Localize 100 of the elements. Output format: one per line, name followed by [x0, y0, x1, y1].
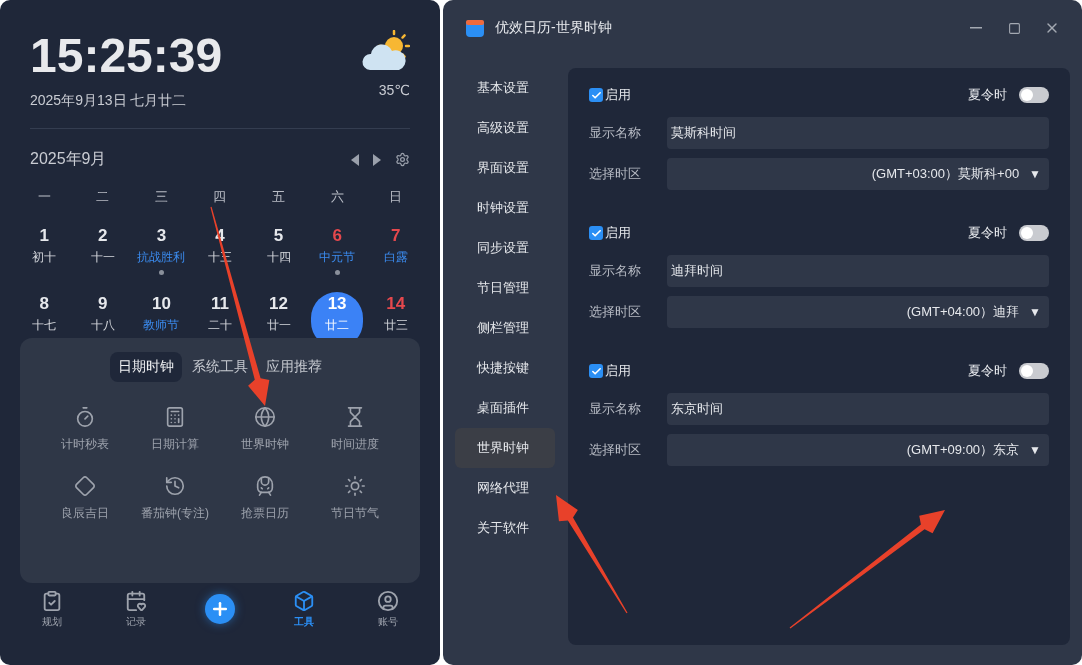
add-button[interactable] [205, 594, 235, 624]
lunar-date: 十七 [32, 317, 57, 334]
sidebar-item[interactable]: 快捷按键 [455, 348, 555, 388]
day-number: 8 [39, 294, 49, 314]
day-number: 9 [98, 294, 108, 314]
sidebar-item[interactable]: 网络代理 [455, 468, 555, 508]
calculator-icon[interactable] [164, 406, 186, 428]
weekday-label: 日 [388, 188, 404, 206]
day-number: 14 [386, 294, 406, 314]
sidebar-item[interactable]: 节日管理 [455, 268, 555, 308]
tool-label[interactable]: 番茄钟(专注) [141, 505, 209, 522]
sidebar-item[interactable]: 关于软件 [455, 508, 555, 548]
name-input-field[interactable]: 迪拜时间 [667, 255, 1049, 287]
lunar-date: 二十 [208, 317, 232, 334]
tools-tab[interactable]: 应用推荐 [258, 352, 330, 382]
tool-label[interactable]: 世界时钟 [241, 436, 289, 453]
field-label: 选择时区 [589, 303, 642, 321]
lunar-date: 初十 [32, 249, 57, 266]
lunar-date: 十四 [266, 249, 291, 266]
previous-icon[interactable] [351, 153, 359, 166]
calendar-app-icon [465, 18, 485, 38]
checkbox[interactable] [589, 88, 603, 102]
clock-history-icon[interactable] [164, 475, 186, 497]
tools-tab[interactable]: 日期时钟 [110, 352, 182, 382]
lunar-date: 教师节 [143, 317, 180, 334]
day-cell[interactable]: 5 十四 [252, 224, 305, 280]
stopwatch-icon[interactable] [74, 406, 96, 428]
day-cell[interactable]: 2 十一 [76, 224, 129, 280]
clock-time: 15:25:39 [30, 30, 223, 82]
day-cell[interactable]: 1 初十 [18, 224, 71, 280]
field-label: 显示名称 [589, 400, 642, 418]
sidebar-item[interactable]: 侧栏管理 [455, 308, 555, 348]
nav-tab[interactable]: 账号 [358, 590, 418, 629]
checkbox[interactable] [589, 226, 603, 240]
enable-checkbox[interactable]: 启用 [589, 362, 631, 380]
field-label: 选择时区 [589, 441, 642, 459]
dst-toggle[interactable] [1019, 87, 1049, 103]
diamond-icon[interactable] [74, 475, 96, 497]
sidebar-item[interactable]: 基本设置 [455, 68, 555, 108]
dst-toggle[interactable] [1019, 225, 1049, 241]
tool-label[interactable]: 日期计算 [151, 436, 199, 453]
lunar-date: 中元节 [319, 249, 356, 266]
lunar-date: 廿一 [266, 317, 291, 334]
checkbox[interactable] [589, 364, 603, 378]
next-icon[interactable] [373, 153, 381, 166]
enable-checkbox[interactable]: 启用 [589, 224, 631, 242]
sun-icon[interactable] [344, 475, 366, 497]
tool-label[interactable]: 抢票日历 [241, 505, 289, 522]
window-title: 优效日历-世界时钟 [495, 19, 613, 37]
day-cell[interactable]: 7 白露 [369, 224, 422, 280]
sidebar-item[interactable]: 世界时钟 [455, 428, 555, 468]
day-number: 12 [269, 294, 288, 314]
weekday-label: 三 [153, 188, 169, 206]
tool-label[interactable]: 计时秒表 [61, 436, 109, 453]
sidebar-item[interactable]: 高级设置 [455, 108, 555, 148]
sidebar-item[interactable]: 界面设置 [455, 148, 555, 188]
sidebar-item[interactable]: 同步设置 [455, 228, 555, 268]
day-cell[interactable]: 6 中元节 [311, 224, 364, 280]
name-input-field[interactable]: 莫斯科时间 [667, 117, 1049, 149]
timezone-dropdown[interactable]: (GMT+04:00）迪拜 ▼ [667, 296, 1049, 328]
field-label: 显示名称 [589, 262, 642, 280]
maximize-icon [1007, 21, 1021, 35]
day-cell[interactable]: 3 抗战胜利 [135, 224, 188, 280]
timezone-dropdown[interactable]: (GMT+09:00）东京 ▼ [667, 434, 1049, 466]
dst-label: 夏令时 [968, 86, 1007, 104]
tool-label[interactable]: 节日节气 [331, 505, 379, 522]
day-number: 5 [273, 226, 284, 246]
lunar-date: 廿二 [325, 317, 350, 334]
day-number: 3 [156, 226, 167, 246]
day-number: 6 [332, 226, 342, 246]
timezone-dropdown[interactable]: (GMT+03:00）莫斯科+00 ▼ [667, 158, 1049, 190]
minimize-icon [970, 27, 982, 29]
dst-toggle[interactable] [1019, 363, 1049, 379]
field-label: 选择时区 [589, 165, 642, 183]
day-number: 10 [151, 294, 171, 314]
dst-label: 夏令时 [968, 224, 1007, 242]
settings-icon[interactable] [395, 152, 410, 167]
sidebar-item[interactable]: 桌面插件 [455, 388, 555, 428]
day-number: 11 [211, 294, 229, 314]
lunar-date: 抗战胜利 [137, 249, 186, 266]
weekday-label: 四 [212, 188, 228, 206]
sidebar-item[interactable]: 时钟设置 [455, 188, 555, 228]
tool-label[interactable]: 时间进度 [331, 436, 379, 453]
temperature: 35℃ [378, 82, 410, 98]
day-number: 2 [98, 226, 108, 246]
weekday-label: 一 [36, 188, 52, 206]
plus-icon [210, 599, 230, 619]
nav-tab[interactable]: 工具 [274, 590, 334, 629]
date-text: 2025年9月13日 七月廿二 [30, 92, 188, 110]
nav-tab[interactable]: 记录 [106, 590, 166, 629]
globe-icon[interactable] [254, 406, 276, 428]
cube-icon [293, 590, 315, 612]
lunar-date: 十一 [90, 249, 115, 266]
name-input-field[interactable]: 东京时间 [667, 393, 1049, 425]
nav-tab[interactable]: 规划 [22, 590, 82, 629]
day-number: 13 [327, 294, 347, 314]
tool-label[interactable]: 良辰吉日 [61, 505, 109, 522]
enable-checkbox[interactable]: 启用 [589, 86, 631, 104]
tools-tab[interactable]: 系统工具 [184, 352, 256, 382]
train-icon[interactable] [254, 475, 276, 497]
